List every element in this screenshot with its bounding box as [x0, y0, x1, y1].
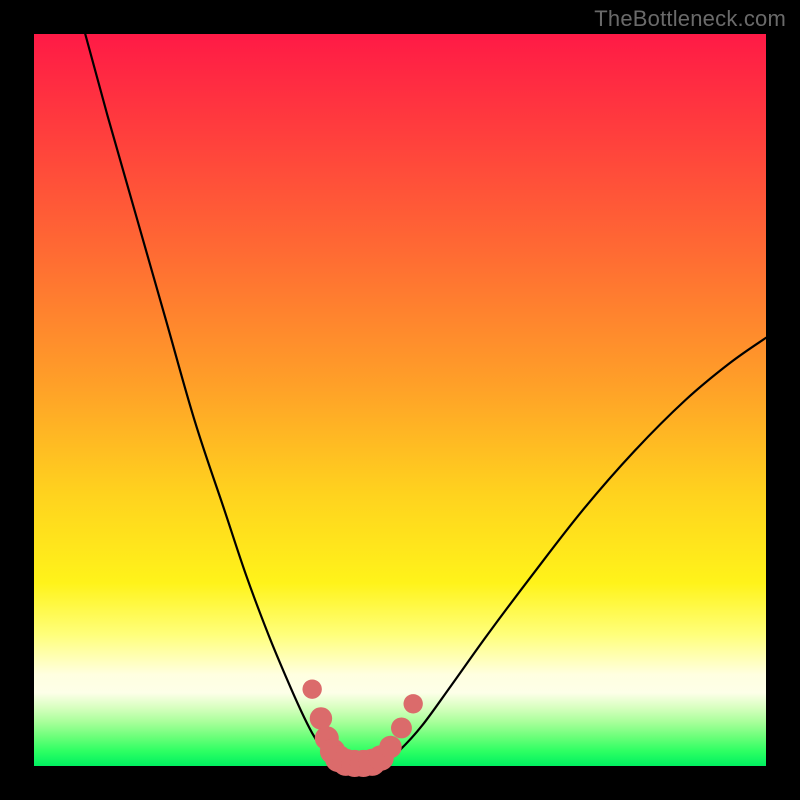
bottleneck-curve	[85, 34, 766, 764]
valley-marker	[403, 694, 422, 713]
valley-markers	[302, 679, 422, 777]
valley-marker	[391, 717, 412, 738]
valley-marker	[379, 736, 401, 758]
curve-layer	[34, 34, 766, 766]
watermark-text: TheBottleneck.com	[594, 6, 786, 32]
plot-area	[34, 34, 766, 766]
valley-marker	[302, 679, 321, 698]
valley-marker	[310, 707, 332, 729]
chart-frame: TheBottleneck.com	[0, 0, 800, 800]
